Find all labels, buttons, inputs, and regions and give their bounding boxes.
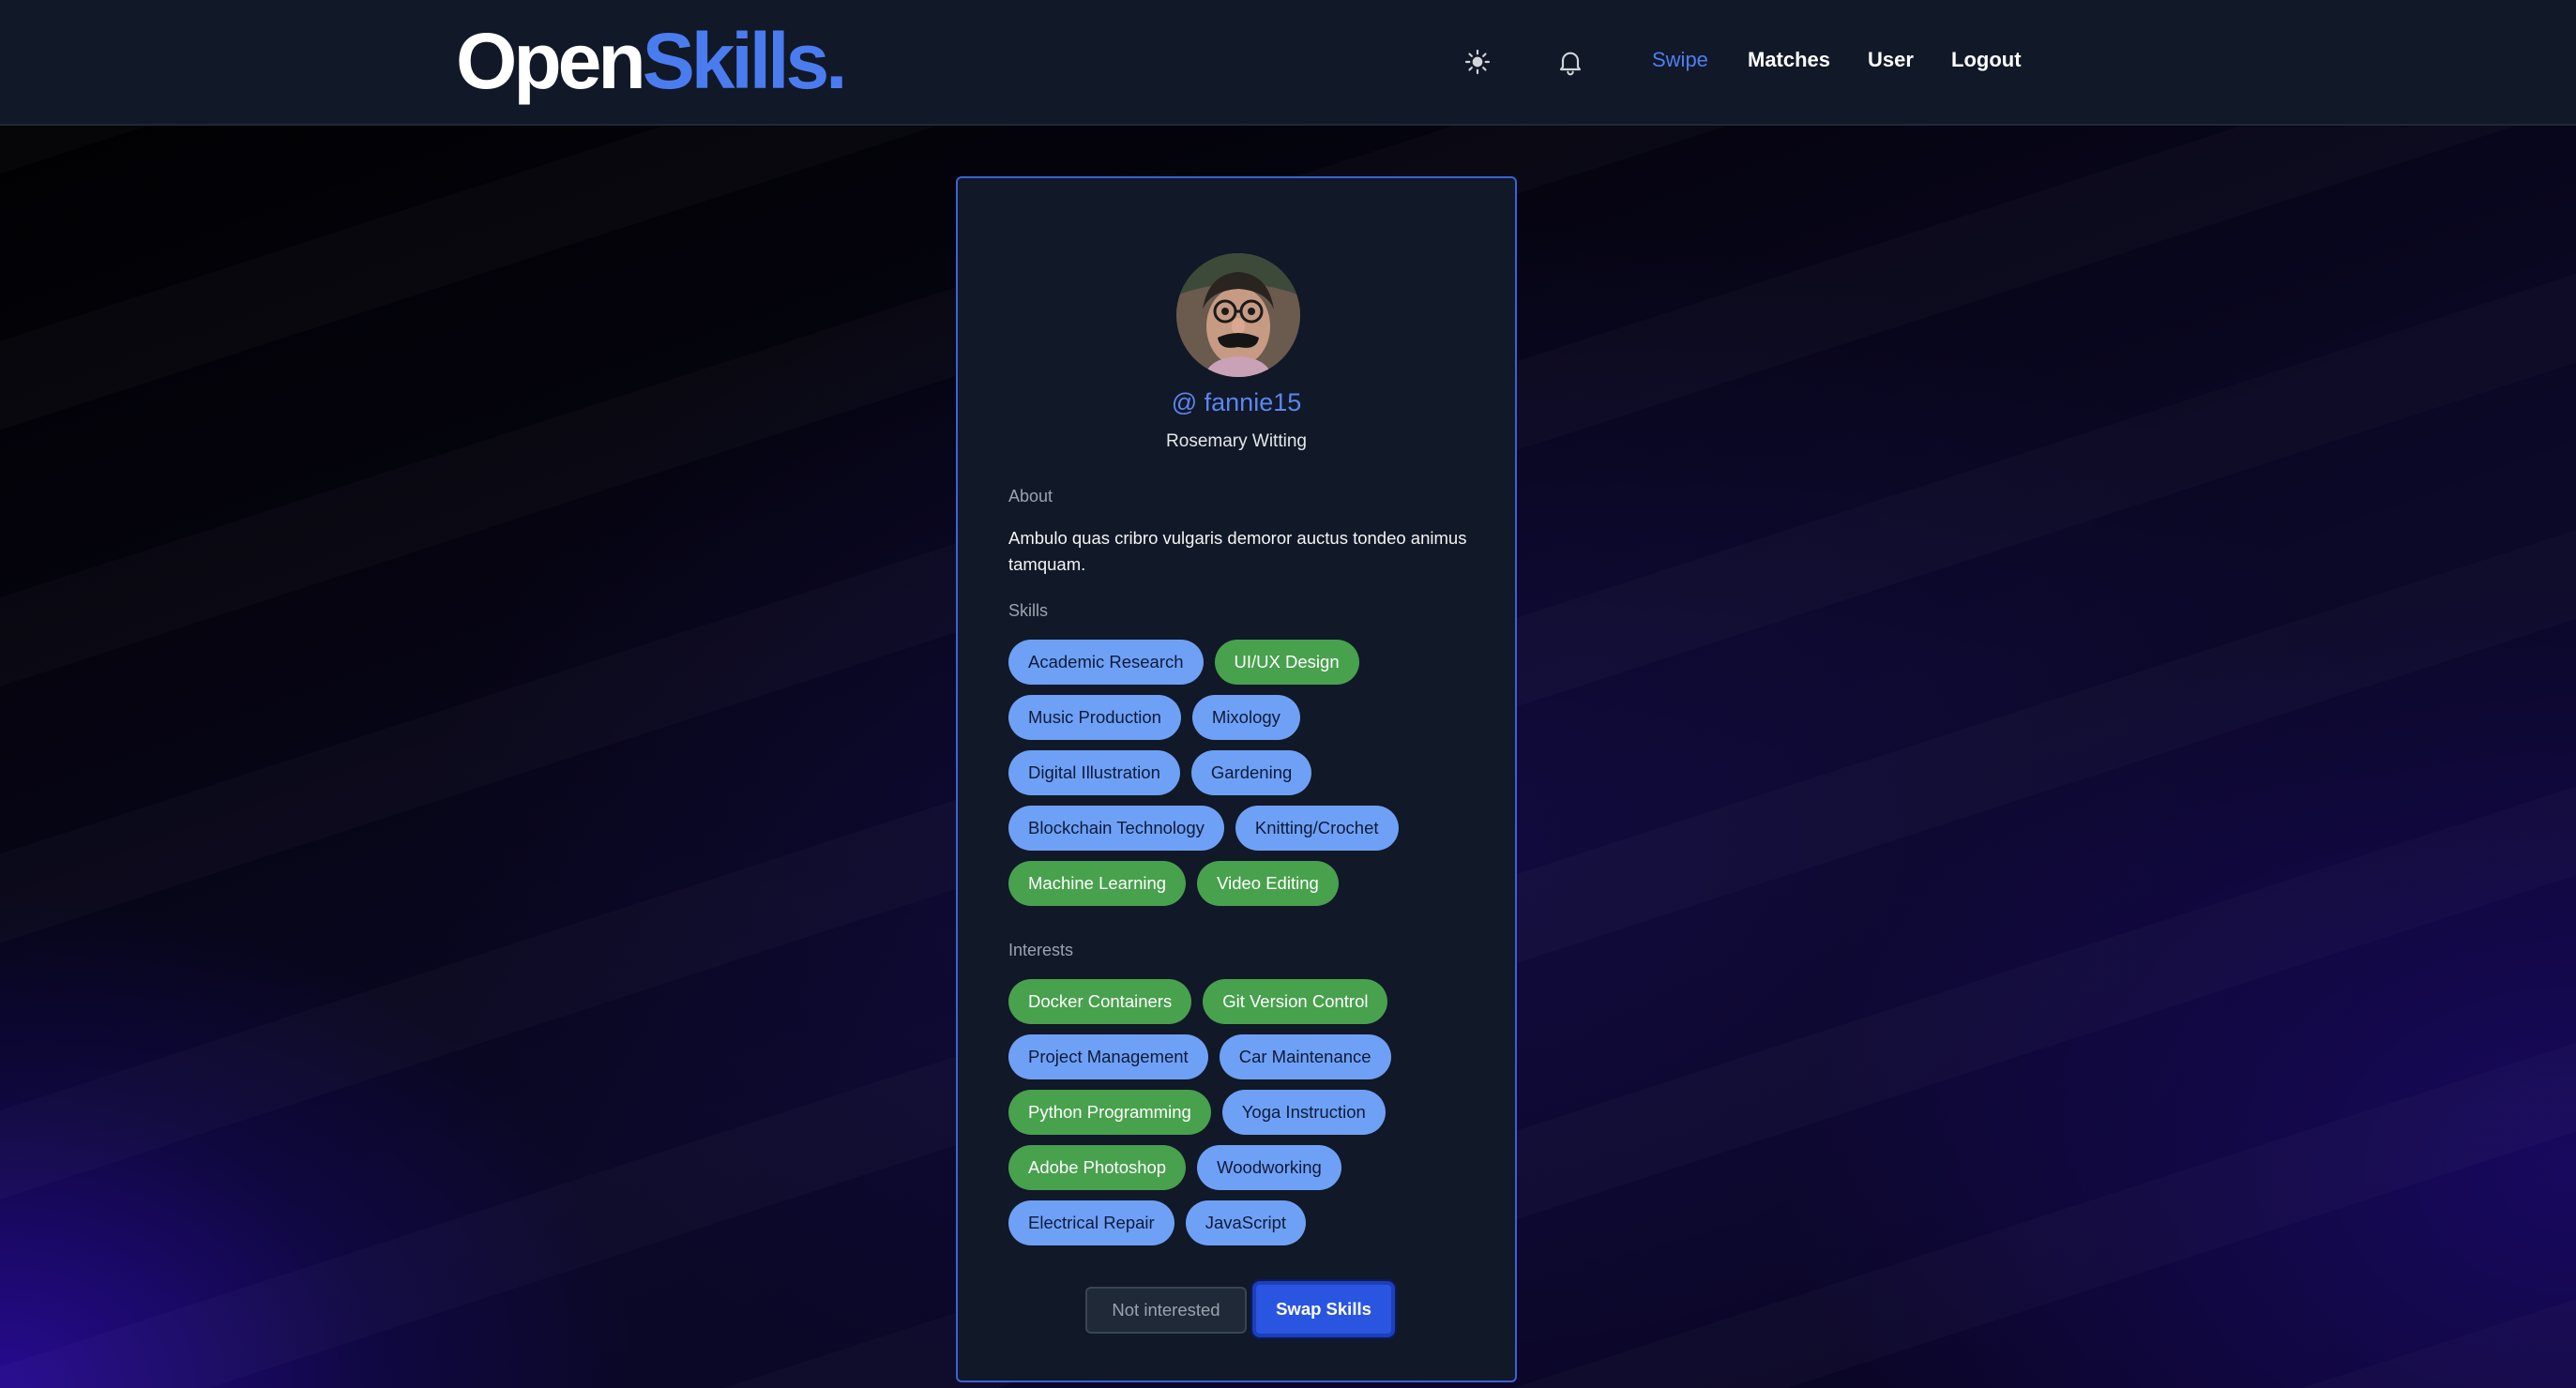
skill-tag[interactable]: Mixology	[1191, 695, 1300, 740]
nav-logout[interactable]: Logout	[1951, 41, 2022, 79]
skills-label: Skills	[1008, 601, 1049, 620]
profile-full-name: Rosemary Witting	[1166, 431, 1307, 451]
bell-icon[interactable]	[1550, 41, 1591, 83]
interest-tag[interactable]: Adobe Photoshop	[1008, 1145, 1187, 1190]
top-navbar: OpenSkills. Swipe Matches User Logout	[0, 0, 2576, 126]
interest-tag[interactable]: JavaScript	[1185, 1200, 1307, 1245]
interest-tag[interactable]: Woodworking	[1197, 1145, 1341, 1190]
logo-text-skills: Skills.	[642, 17, 848, 105]
skill-tag[interactable]: Academic Research	[1008, 640, 1204, 685]
interest-tag[interactable]: Yoga Instruction	[1221, 1090, 1386, 1135]
nav-matches[interactable]: Matches	[1748, 41, 1830, 79]
skill-tag[interactable]: Music Production	[1008, 695, 1181, 740]
interest-tag[interactable]: Project Management	[1008, 1034, 1208, 1079]
skill-tag[interactable]: Knitting/Crochet	[1235, 806, 1399, 851]
skill-tag[interactable]: Video Editing	[1197, 861, 1339, 906]
openskills-logo[interactable]: OpenSkills.	[456, 9, 848, 113]
interests-list: Docker Containers Git Version Control Proj…	[1008, 979, 1477, 1245]
profile-card[interactable]: @ fannie15 Rosemary Witting About Ambulo…	[956, 176, 1517, 1382]
skill-tag[interactable]: UI/UX Design	[1214, 640, 1359, 685]
nav-swipe[interactable]: Swipe	[1652, 41, 1708, 79]
sun-icon[interactable]	[1457, 41, 1498, 83]
interest-tag[interactable]: Git Version Control	[1203, 979, 1388, 1024]
interests-label: Interests	[1008, 941, 1074, 959]
nav-user[interactable]: User	[1868, 41, 1914, 79]
skill-tag[interactable]: Machine Learning	[1008, 861, 1187, 906]
interest-tag[interactable]: Python Programming	[1008, 1090, 1211, 1135]
avatar	[1176, 253, 1300, 377]
not-interested-button[interactable]: Not interested	[1085, 1287, 1247, 1334]
interest-tag[interactable]: Car Maintenance	[1219, 1034, 1391, 1079]
logo-text-open: Open	[456, 17, 646, 105]
interest-tag[interactable]: Electrical Repair	[1008, 1200, 1174, 1245]
skills-list: Academic Research UI/UX Design Music Produ…	[1008, 640, 1477, 906]
skill-tag[interactable]: Blockchain Technology	[1008, 806, 1224, 851]
interest-tag[interactable]: Docker Containers	[1008, 979, 1192, 1024]
about-text: Ambulo quas cribro vulgaris demoror auct…	[1008, 528, 1467, 574]
swap-skills-button[interactable]: Swap Skills	[1252, 1281, 1395, 1337]
about-label: About	[1008, 487, 1053, 505]
profile-username: @ fannie15	[1171, 388, 1302, 416]
skill-tag[interactable]: Gardening	[1190, 750, 1312, 795]
skill-tag[interactable]: Digital Illustration	[1008, 750, 1180, 795]
